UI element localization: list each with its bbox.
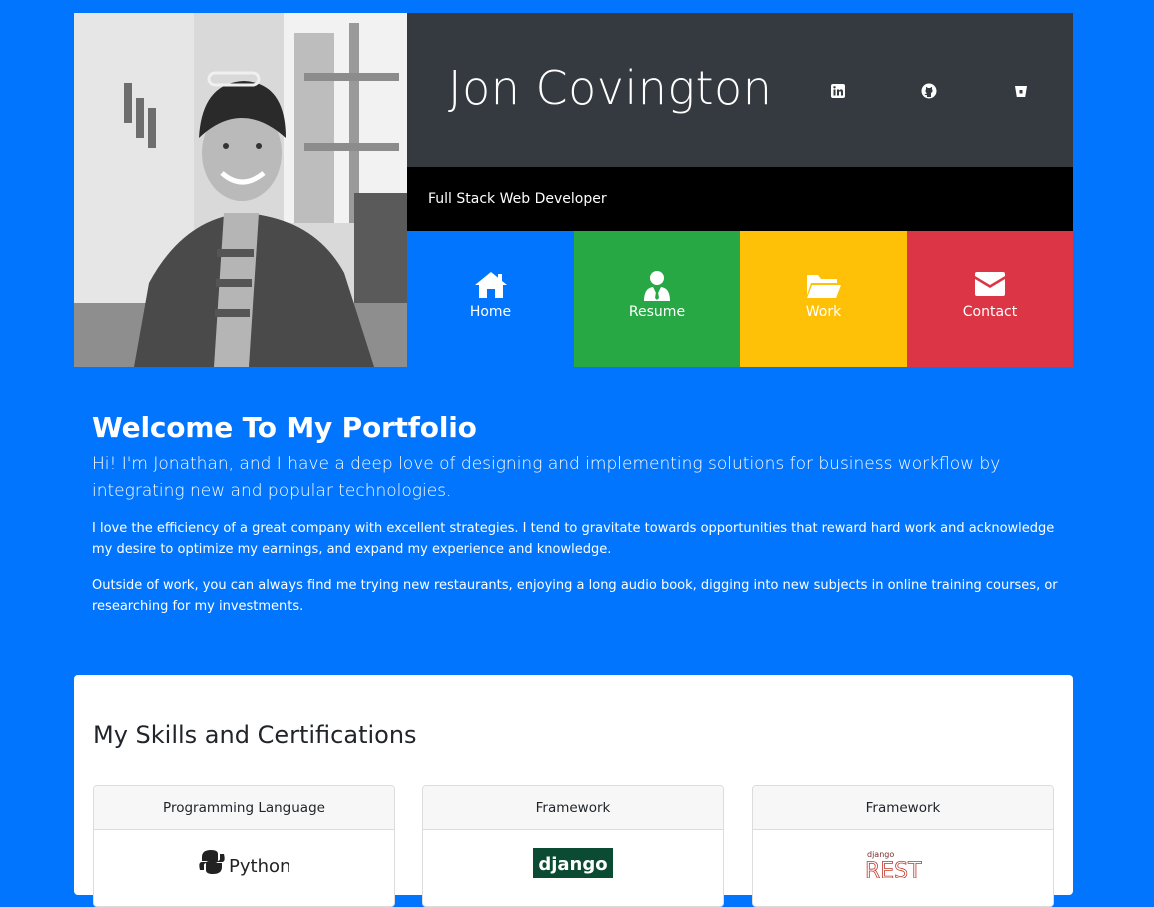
welcome-heading: Welcome To My Portfolio	[92, 411, 477, 444]
nav-tile-resume[interactable]: Resume	[574, 231, 740, 367]
nav-tile-label: Contact	[962, 304, 1018, 320]
hero-banner: Jon Covington Full Stack Web Developer H…	[74, 13, 1073, 367]
python-logo: Python	[94, 848, 394, 878]
django-logo-text: django	[538, 854, 607, 875]
skills-heading: My Skills and Certifications	[93, 721, 417, 749]
bitbucket-icon[interactable]	[1013, 83, 1029, 99]
intro-paragraph: I love the efficiency of a great company…	[92, 521, 1055, 557]
owner-name: Jon Covington	[448, 61, 773, 115]
django-rest-logo-small: django	[867, 850, 894, 859]
nav-tile-work[interactable]: Work	[740, 231, 907, 367]
home-icon	[407, 271, 574, 303]
folder-open-icon	[740, 271, 907, 303]
python-logo-text: Python	[229, 856, 289, 877]
skill-card: Framework django	[422, 785, 724, 907]
nav-tile-label: Work	[805, 304, 842, 320]
envelope-icon	[907, 271, 1073, 303]
skill-card-header: Framework	[423, 786, 723, 830]
intro-section: Welcome To My Portfolio Hi! I'm Jonathan…	[92, 408, 1062, 617]
skills-section: My Skills and Certifications Programming…	[74, 675, 1073, 907]
github-icon[interactable]	[921, 83, 937, 99]
django-logo: django	[423, 848, 723, 878]
nav-tile-label: Home	[469, 304, 512, 320]
nav-tile-home[interactable]: Home	[407, 231, 574, 367]
skill-card-header: Programming Language	[94, 786, 394, 830]
django-rest-logo: django REST	[753, 848, 1053, 878]
profile-photo	[74, 13, 407, 367]
job-title: Full Stack Web Developer	[428, 191, 607, 207]
nav-tile-label: Resume	[628, 304, 686, 320]
intro-paragraph: Outside of work, you can always find me …	[92, 578, 1058, 614]
intro-lead: Hi! I'm Jonathan, and I have a deep love…	[92, 454, 1001, 501]
subtitle-panel: Full Stack Web Developer	[407, 167, 1073, 231]
skill-card-header: Framework	[753, 786, 1053, 830]
skill-card: Programming Language Python	[93, 785, 395, 907]
skill-card: Framework django REST	[752, 785, 1054, 907]
nav-tile-contact[interactable]: Contact	[907, 231, 1073, 367]
user-tie-icon	[574, 271, 740, 303]
linkedin-icon[interactable]	[830, 83, 846, 99]
name-panel: Jon Covington	[407, 13, 1073, 167]
